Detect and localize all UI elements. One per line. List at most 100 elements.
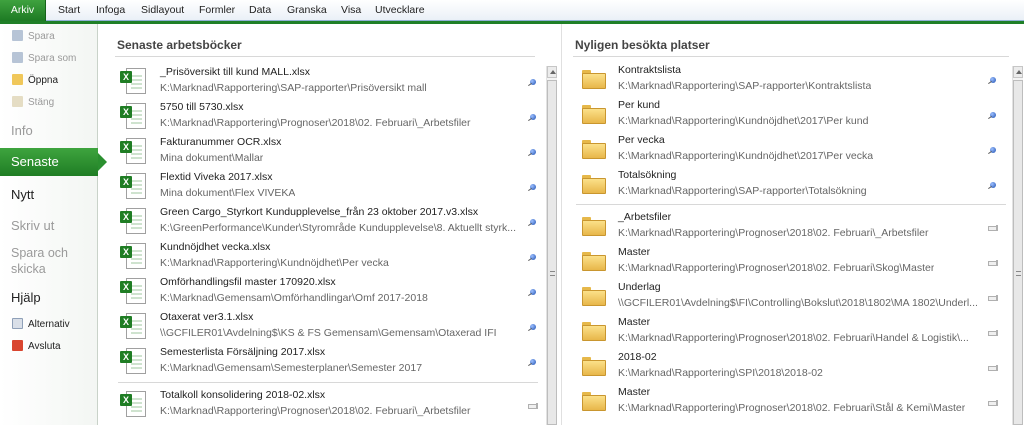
pinned-icon[interactable] (528, 147, 538, 157)
recent-menu-item[interactable]: Senaste (0, 148, 107, 176)
scroll-up-arrow-icon[interactable] (1013, 66, 1023, 78)
save-button[interactable]: Spara (12, 28, 55, 46)
tab-visa[interactable]: Visa (341, 0, 361, 21)
tab-granska[interactable]: Granska (287, 0, 327, 21)
recent-workbook-item[interactable]: X Semesterlista Försäljning 2017.xlsx K:\M… (120, 346, 540, 380)
new-menu-item[interactable]: Nytt (11, 187, 34, 202)
panel-divider (561, 24, 562, 425)
item-name: Green Cargo_Styrkort Kundupplevelse_från… (160, 206, 479, 218)
unpinned-icon[interactable] (988, 327, 998, 337)
recent-place-item[interactable]: Master K:\Marknad\Rapportering\Prognoser\… (578, 246, 998, 280)
tab-arkiv[interactable]: Arkiv (0, 0, 46, 21)
pinned-icon[interactable] (988, 75, 998, 85)
backstage-sidebar: Spara Spara som Öppna Stäng Info Senaste… (0, 24, 107, 425)
recent-workbook-item[interactable]: X Fakturanummer OCR.xlsx Mina dokument\Mal… (120, 136, 540, 170)
recent-place-item[interactable]: Master K:\Marknad\Rapportering\Prognoser\… (578, 386, 998, 420)
tab-utvecklare[interactable]: Utvecklare (375, 0, 425, 21)
recent-place-item[interactable]: Per vecka K:\Marknad\Rapportering\Kundnöj… (578, 134, 998, 168)
print-menu-item[interactable]: Skriv ut (11, 218, 54, 233)
help-menu-item[interactable]: Hjälp (11, 290, 41, 305)
excel-file-icon: X (120, 103, 146, 131)
recent-place-item[interactable]: Underlag \\GCFILER01\Avdelning$\FI\Contro… (578, 281, 998, 315)
recent-place-item[interactable]: Master K:\Marknad\Rapportering\Prognoser\… (578, 316, 998, 350)
pinned-icon[interactable] (528, 287, 538, 297)
item-path: K:\Marknad\Rapportering\SAP-rapporter\Pr… (160, 82, 427, 94)
places-scrollbar[interactable] (1012, 66, 1023, 425)
item-path: K:\Marknad\Rapportering\SAP-rapporter\To… (618, 185, 867, 197)
recent-place-item[interactable]: Kontraktslista K:\Marknad\Rapportering\SA… (578, 64, 998, 98)
unpinned-icon[interactable] (988, 257, 998, 267)
save-and-send-menu-item[interactable]: Spara och skicka (11, 245, 91, 277)
tab-start[interactable]: Start (58, 0, 80, 21)
excel-file-icon: X (120, 208, 146, 236)
scroll-thumb[interactable] (1013, 80, 1023, 425)
pinned-icon[interactable] (988, 110, 998, 120)
tab-formler[interactable]: Formler (199, 0, 235, 21)
recent-workbook-item[interactable]: X Kundnöjdhet vecka.xlsx K:\Marknad\Rappor… (120, 241, 540, 275)
tab-infoga[interactable]: Infoga (96, 0, 125, 21)
recent-workbook-item[interactable]: X Totalkoll konsolidering 2018-02.xlsx K:\… (120, 389, 540, 423)
scroll-up-arrow-icon[interactable] (547, 66, 557, 78)
tab-data[interactable]: Data (249, 0, 271, 21)
folder-icon (582, 175, 606, 194)
item-path: Mina dokument\Mallar (160, 152, 264, 164)
item-name: Underlag (618, 281, 661, 293)
pinned-icon[interactable] (528, 357, 538, 367)
excel-badge-icon: X (120, 281, 132, 293)
folder-icon (582, 105, 606, 124)
pinned-icon[interactable] (528, 252, 538, 262)
recent-workbook-item[interactable]: X _Prisöversikt till kund MALL.xlsx K:\Mar… (120, 66, 540, 100)
pinned-icon[interactable] (528, 217, 538, 227)
pinned-icon[interactable] (528, 322, 538, 332)
item-path: K:\Marknad\Rapportering\SPI\2018\2018-02 (618, 367, 823, 379)
excel-file-icon: X (120, 391, 146, 419)
recent-workbook-item[interactable]: X Omförhandlingsfil master 170920.xlsx K:\… (120, 276, 540, 310)
item-path: K:\Marknad\Rapportering\Prognoser\2018\0… (618, 332, 969, 344)
unpinned-icon[interactable] (988, 397, 998, 407)
excel-file-icon: X (120, 138, 146, 166)
unpinned-icon[interactable] (988, 292, 998, 302)
item-name: Master (618, 316, 651, 328)
unpinned-icon[interactable] (988, 362, 998, 372)
tab-sidlayout[interactable]: Sidlayout (141, 0, 184, 21)
item-name: Otaxerat ver3.1.xlsx (160, 311, 254, 323)
item-name: Kontraktslista (618, 64, 682, 76)
recent-place-item[interactable]: Per kund K:\Marknad\Rapportering\Kundnöjd… (578, 99, 998, 133)
folder-icon (582, 392, 606, 411)
recent-workbook-item[interactable]: X Otaxerat ver3.1.xlsx \\GCFILER01\Avdelni… (120, 311, 540, 345)
recent-place-item[interactable]: Totalsökning K:\Marknad\Rapportering\SAP-… (578, 169, 998, 203)
exit-icon (12, 340, 23, 351)
pinned-icon[interactable] (528, 112, 538, 122)
exit-button[interactable]: Avsluta (12, 338, 61, 356)
recent-workbook-item[interactable]: X 5750 till 5730.xlsx K:\Marknad\Rapporter… (120, 101, 540, 135)
save-as-button[interactable]: Spara som (12, 50, 76, 68)
pinned-icon[interactable] (528, 77, 538, 87)
scroll-thumb[interactable] (547, 80, 557, 425)
excel-file-icon: X (120, 348, 146, 376)
excel-badge-icon: X (120, 246, 132, 258)
recent-place-item[interactable]: _Arbetsfiler K:\Marknad\Rapportering\Prog… (578, 211, 998, 245)
info-menu-item[interactable]: Info (11, 123, 33, 138)
item-name: Totalsökning (618, 169, 677, 181)
pinned-icon[interactable] (528, 182, 538, 192)
item-name: _Prisöversikt till kund MALL.xlsx (160, 66, 310, 78)
pinned-icon[interactable] (988, 180, 998, 190)
pinned-divider (576, 204, 1006, 205)
item-name: _Arbetsfiler (618, 211, 672, 223)
recent-place-item[interactable]: 2018-02 K:\Marknad\Rapportering\SPI\2018\… (578, 351, 998, 385)
recent-workbook-item[interactable]: X Green Cargo_Styrkort Kundupplevelse_frå… (120, 206, 540, 240)
workbooks-scrollbar[interactable] (546, 66, 557, 425)
folder-icon (582, 70, 606, 89)
unpinned-icon[interactable] (988, 222, 998, 232)
options-button[interactable]: Alternativ (12, 316, 70, 334)
open-button[interactable]: Öppna (12, 72, 58, 90)
close-button[interactable]: Stäng (12, 94, 54, 112)
recent-workbook-item[interactable]: X Flextid Viveka 2017.xlsx Mina dokument\F… (120, 171, 540, 205)
item-name: Totalkoll konsolidering 2018-02.xlsx (160, 389, 326, 401)
unpinned-icon[interactable] (528, 400, 538, 410)
excel-badge-icon: X (120, 71, 132, 83)
item-name: Per kund (618, 99, 661, 111)
item-path: K:\Marknad\Gemensam\Semesterplaner\Semes… (160, 362, 423, 374)
pinned-icon[interactable] (988, 145, 998, 155)
excel-badge-icon: X (120, 316, 132, 328)
